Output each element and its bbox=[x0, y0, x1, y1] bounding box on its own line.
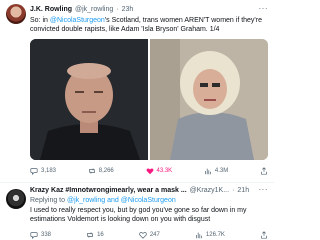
author-name[interactable]: Krazy Kaz #Imnotwrongimearly, wear a mas… bbox=[30, 187, 187, 194]
author-handle[interactable]: @Krazy1K... bbox=[190, 187, 229, 194]
views-chart-icon bbox=[196, 232, 202, 239]
tweet-text: So: in @NicolaSturgeon's Scotland, trans… bbox=[30, 16, 268, 34]
author-name[interactable]: J.K. Rowling bbox=[30, 6, 72, 13]
views-count: 4.3M bbox=[214, 168, 229, 174]
views-button[interactable]: 126.7K bbox=[195, 231, 225, 239]
reply-button[interactable]: 3,183 bbox=[30, 167, 56, 175]
retweet-count: 16 bbox=[97, 232, 104, 238]
share-icon bbox=[261, 231, 267, 239]
author-handle[interactable]: @jk_rowling bbox=[75, 6, 113, 13]
retweet-button[interactable]: 8,266 bbox=[88, 167, 114, 175]
like-button[interactable]: 247 bbox=[139, 231, 160, 239]
tweet-actions: 3,183 8,266 43.3K 4.3M bbox=[30, 167, 268, 175]
separator-dot: · bbox=[116, 6, 119, 13]
more-options-icon[interactable]: ··· bbox=[259, 185, 269, 194]
reply-count: 338 bbox=[41, 232, 52, 238]
media-photo-right[interactable] bbox=[150, 39, 268, 160]
photo-right-illustration bbox=[150, 39, 268, 160]
views-chart-icon bbox=[205, 168, 211, 175]
photo-left-illustration bbox=[30, 39, 148, 160]
retweet-icon bbox=[88, 168, 95, 174]
timestamp[interactable]: 21h bbox=[237, 187, 249, 194]
tweet-actions: 338 16 247 126.7K bbox=[30, 231, 268, 239]
heart-icon bbox=[139, 232, 147, 239]
separator-dot: · bbox=[232, 187, 235, 194]
retweet-icon bbox=[87, 232, 93, 238]
avatar[interactable] bbox=[6, 189, 26, 209]
tweet-media[interactable] bbox=[30, 39, 268, 160]
replying-to-mentions[interactable]: @jk_rowling and @NicolaSturgeon bbox=[67, 197, 176, 204]
share-icon bbox=[261, 167, 267, 175]
tweet-krazy-kaz[interactable]: Krazy Kaz #Imnotwrongimearly, wear a mas… bbox=[0, 183, 274, 240]
heart-filled-icon bbox=[146, 168, 153, 175]
reply-button[interactable]: 338 bbox=[30, 231, 51, 239]
reply-count: 3,183 bbox=[41, 168, 57, 174]
replying-to-line: Replying to @jk_rowling and @NicolaSturg… bbox=[30, 196, 268, 205]
tweet-text: I used to really respect you, but by god… bbox=[30, 207, 247, 223]
retweet-count: 8,266 bbox=[98, 168, 114, 174]
share-button[interactable] bbox=[260, 167, 268, 175]
more-options-icon[interactable]: ··· bbox=[259, 4, 269, 13]
timestamp[interactable]: 23h bbox=[122, 6, 134, 13]
retweet-button[interactable]: 16 bbox=[86, 231, 104, 239]
views-button[interactable]: 4.3M bbox=[204, 167, 228, 175]
like-count: 247 bbox=[149, 232, 160, 238]
views-count: 126.7K bbox=[205, 232, 225, 238]
tweet-text-part: So: in bbox=[30, 17, 50, 24]
tweet-jk-rowling[interactable]: J.K. Rowling @jk_rowling · 23h ··· So: i… bbox=[0, 0, 274, 182]
replying-to-prefix: Replying to bbox=[30, 197, 67, 204]
tweet-header: Krazy Kaz #Imnotwrongimearly, wear a mas… bbox=[30, 187, 249, 194]
media-photo-left[interactable] bbox=[30, 39, 148, 160]
mention-link[interactable]: @NicolaSturgeon bbox=[50, 17, 105, 24]
tweet-header: J.K. Rowling @jk_rowling · 23h bbox=[30, 6, 133, 13]
avatar[interactable] bbox=[6, 4, 26, 24]
like-count: 43.3K bbox=[156, 168, 173, 174]
like-button[interactable]: 43.3K bbox=[146, 167, 173, 175]
reply-icon bbox=[30, 232, 38, 239]
share-button[interactable] bbox=[260, 231, 268, 239]
reply-icon bbox=[30, 168, 38, 175]
